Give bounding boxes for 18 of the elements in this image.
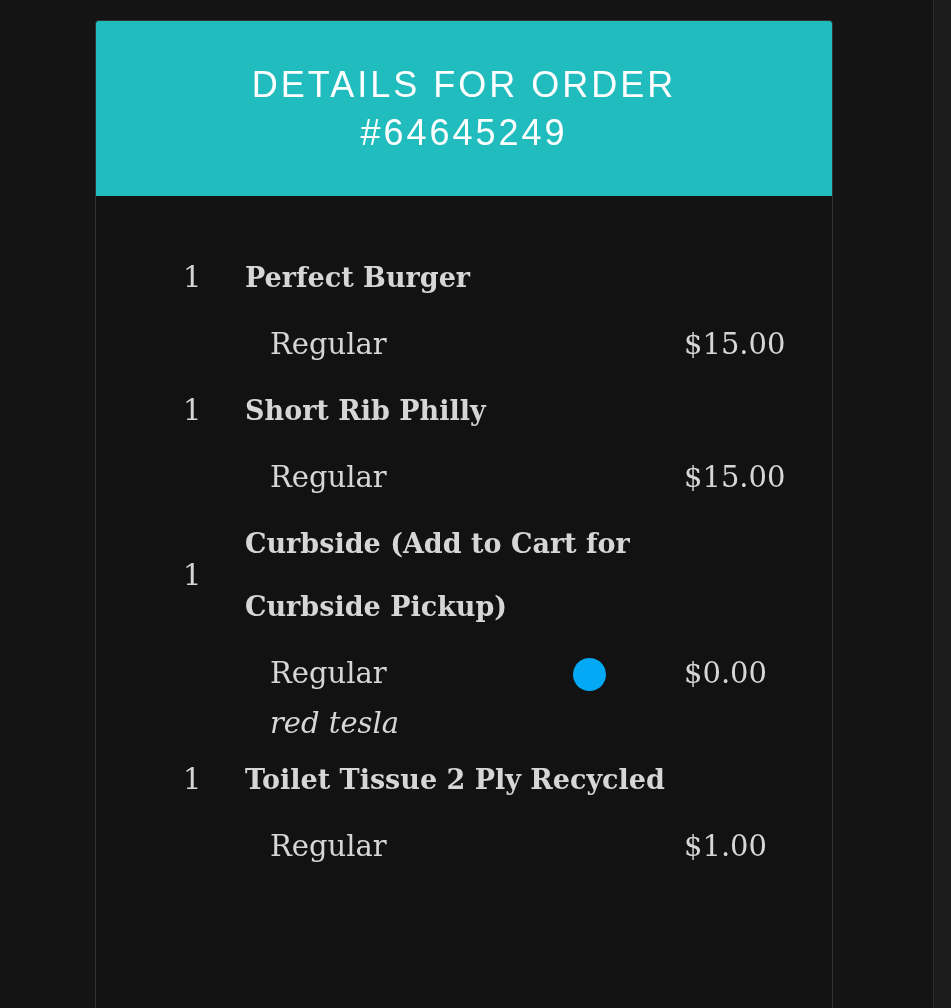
item-name: Toilet Tissue 2 Ply Recycled xyxy=(245,763,665,797)
item-note: red tesla xyxy=(269,705,401,742)
item-price: $15.00 xyxy=(684,326,787,363)
item-variant: Regular xyxy=(269,828,387,865)
item-quantity: 1 xyxy=(183,556,203,594)
item-name: Short Rib Philly xyxy=(245,394,488,428)
item-quantity: 1 xyxy=(183,259,203,296)
item-price: $0.00 xyxy=(684,655,769,692)
item-name: Curbside (Add to Cart for Curbside Pickup) xyxy=(245,527,631,624)
item-variant: Regular xyxy=(269,326,387,363)
item-price: $1.00 xyxy=(684,828,769,865)
item-variant: Regular xyxy=(269,459,387,496)
order-title: DETAILS FOR ORDER #64645249 xyxy=(250,62,678,155)
item-name: Perfect Burger xyxy=(245,261,472,295)
item-quantity: 1 xyxy=(183,392,203,429)
item-price: $15.00 xyxy=(684,459,787,496)
item-quantity: 1 xyxy=(183,761,203,798)
item-variant: Regular xyxy=(269,655,387,692)
